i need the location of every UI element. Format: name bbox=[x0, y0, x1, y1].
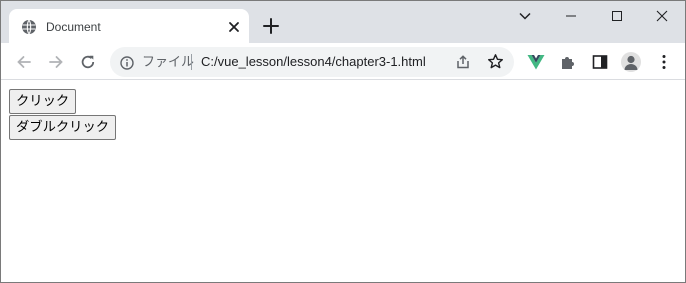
window-close-button[interactable] bbox=[639, 5, 685, 27]
share-icon[interactable] bbox=[455, 54, 471, 70]
reload-button[interactable] bbox=[77, 51, 99, 73]
info-icon[interactable] bbox=[120, 55, 134, 70]
minimize-button[interactable] bbox=[548, 5, 594, 27]
vue-logo-icon bbox=[527, 55, 545, 70]
tab-search-button[interactable] bbox=[502, 5, 548, 27]
tab-close-icon[interactable] bbox=[225, 18, 243, 36]
side-panel-button[interactable] bbox=[591, 53, 609, 71]
vue-devtools-extension[interactable] bbox=[527, 53, 545, 71]
avatar-icon[interactable] bbox=[621, 52, 641, 72]
double-click-button[interactable]: ダブルクリック bbox=[9, 115, 117, 140]
scheme-label: ファイル bbox=[142, 54, 195, 69]
plus-icon bbox=[263, 18, 279, 34]
page-content: クリック ダブルクリック bbox=[1, 81, 685, 282]
tab-title: Document bbox=[46, 20, 101, 34]
new-tab-button[interactable] bbox=[261, 16, 281, 36]
omnibox-divider bbox=[191, 54, 192, 70]
arrow-left-icon bbox=[17, 56, 31, 68]
star-icon[interactable] bbox=[487, 53, 504, 70]
extensions-button[interactable] bbox=[559, 53, 577, 71]
browser-window: Document ファイル C:/vue_lesson/lesson4/chap… bbox=[0, 0, 686, 283]
arrow-right-icon bbox=[49, 56, 63, 68]
minimize-icon bbox=[566, 15, 576, 17]
tab-strip: Document bbox=[1, 1, 685, 43]
browser-toolbar: ファイル C:/vue_lesson/lesson4/chapter3-1.ht… bbox=[1, 43, 685, 80]
url-text[interactable]: C:/vue_lesson/lesson4/chapter3-1.html bbox=[201, 54, 426, 70]
back-button[interactable] bbox=[13, 51, 35, 73]
puzzle-icon bbox=[562, 57, 574, 69]
chevron-down-icon bbox=[519, 12, 531, 20]
reload-icon bbox=[81, 55, 95, 69]
maximize-button[interactable] bbox=[594, 5, 640, 27]
click-button[interactable]: クリック bbox=[9, 89, 77, 114]
forward-button[interactable] bbox=[45, 51, 67, 73]
address-bar[interactable]: ファイル C:/vue_lesson/lesson4/chapter3-1.ht… bbox=[110, 47, 514, 77]
maximize-icon bbox=[612, 11, 622, 21]
tab-document[interactable]: Document bbox=[9, 9, 249, 43]
side-panel-icon bbox=[592, 55, 608, 69]
globe-icon bbox=[21, 19, 37, 35]
close-icon bbox=[656, 10, 668, 22]
kebab-menu-icon[interactable] bbox=[655, 53, 673, 71]
